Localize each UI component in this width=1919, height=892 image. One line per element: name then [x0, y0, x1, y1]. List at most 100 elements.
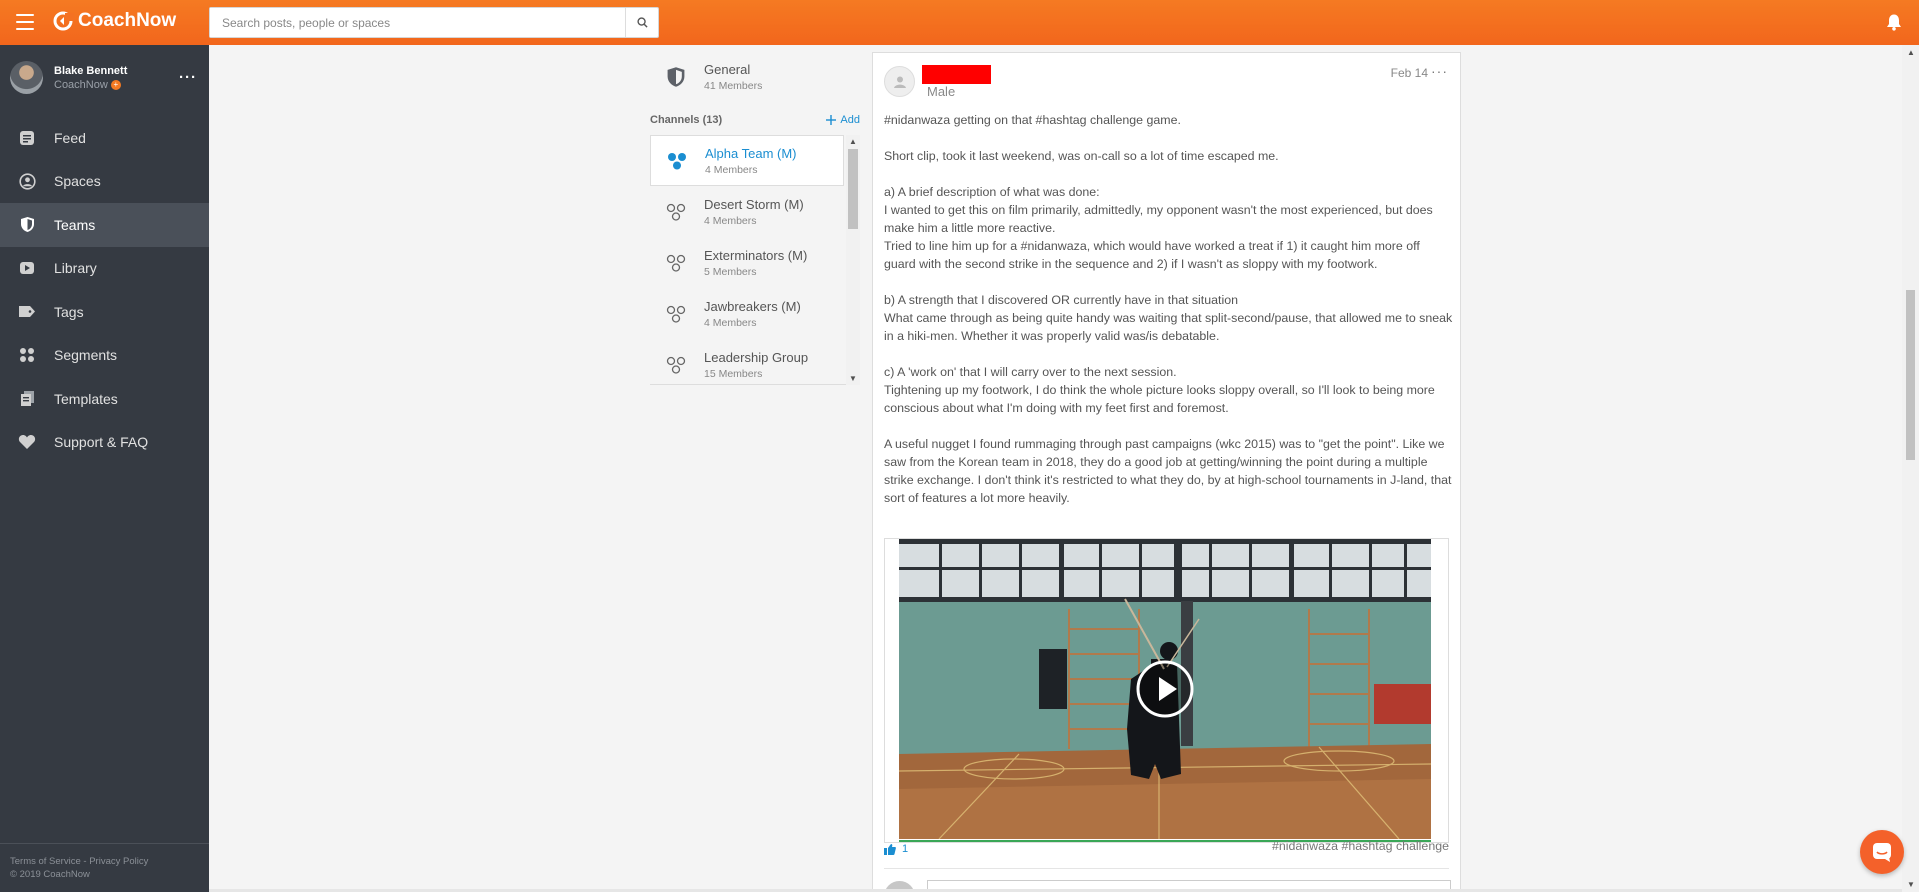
channel-list-container: Alpha Team (M) 4 Members Desert Storm (M…	[650, 135, 860, 385]
search-button[interactable]	[625, 8, 658, 37]
general-channel-name: General	[704, 62, 751, 77]
scroll-down-arrow-icon[interactable]: ▼	[1907, 880, 1915, 889]
general-channel-members: 41 Members	[704, 80, 763, 92]
team-channels-panel: General 41 Members Channels (13) Add Alp…	[650, 45, 860, 385]
sidebar-item-label: Templates	[54, 390, 118, 407]
sidebar-item-tags[interactable]: Tags	[0, 290, 209, 334]
tag-icon	[17, 302, 37, 322]
author-avatar[interactable]	[884, 66, 915, 97]
top-bar: CoachNow	[0, 0, 1919, 45]
comment-divider	[884, 868, 1449, 869]
post-line: Short clip, took it last weekend, was on…	[884, 149, 1279, 163]
post-line: #nidanwaza getting on that #hashtag chal…	[884, 113, 1181, 127]
sidebar-item-feed[interactable]: Feed	[0, 116, 209, 160]
notifications-button[interactable]	[1885, 13, 1903, 36]
post-card: Male Feb 14 ··· #nidanwaza getting on th…	[872, 52, 1461, 892]
sidebar-item-label: Tags	[54, 303, 84, 320]
shield-icon	[17, 215, 37, 235]
user-subtitle: CoachNow	[54, 78, 108, 91]
shield-icon	[667, 67, 685, 87]
post-line: I wanted to get this on film primarily, …	[884, 203, 1433, 235]
hamburger-menu-icon[interactable]	[16, 14, 34, 30]
play-button-icon[interactable]	[1135, 659, 1195, 719]
chat-launcher-button[interactable]	[1860, 830, 1904, 874]
scroll-down-arrow-icon[interactable]: ▼	[849, 374, 857, 383]
feed-icon	[17, 128, 37, 148]
spaces-icon	[17, 171, 37, 191]
search-icon	[636, 17, 648, 28]
coachnow-logo-icon	[53, 11, 74, 31]
library-icon	[17, 258, 37, 278]
sidebar-item-library[interactable]: Library	[0, 247, 209, 291]
reaction-count: 1	[902, 843, 909, 855]
channel-item-leadership-group[interactable]: Leadership Group 15 Members	[650, 339, 844, 390]
sidebar-item-label: Segments	[54, 347, 118, 364]
terms-link[interactable]: Terms of Service	[10, 856, 81, 867]
video-player[interactable]	[899, 539, 1431, 839]
sidebar-item-label: Feed	[54, 129, 86, 146]
sidebar-item-label: Spaces	[54, 173, 101, 190]
sidebar-item-segments[interactable]: Segments	[0, 334, 209, 378]
privacy-link[interactable]: Privacy Policy	[89, 856, 148, 867]
channel-members: 4 Members	[704, 316, 757, 329]
sidebar-nav: Feed Spaces Teams Library Tags Segments …	[0, 116, 209, 464]
channel-members: 15 Members	[704, 367, 763, 380]
channel-name: Desert Storm (M)	[704, 196, 804, 212]
post-line: Tried to line him up for a #nidanwaza, w…	[884, 239, 1420, 271]
pro-badge: +	[110, 79, 121, 90]
channel-list-scrollbar[interactable]: ▲ ▼	[846, 135, 860, 385]
sidebar-item-teams[interactable]: Teams	[0, 203, 209, 247]
post-header: Male Feb 14 ···	[873, 53, 1460, 108]
channel-item-jawbreakers[interactable]: Jawbreakers (M) 4 Members	[650, 288, 844, 339]
avatar[interactable]	[10, 61, 43, 94]
channel-name: Alpha Team (M)	[705, 145, 797, 161]
search-input[interactable]	[210, 8, 625, 37]
post-tags[interactable]: #nidanwaza #hashtag challenge	[1272, 839, 1449, 853]
channel-group-icon	[666, 305, 686, 323]
channel-item-desert-storm[interactable]: Desert Storm (M) 4 Members	[650, 186, 844, 237]
general-channel[interactable]: General 41 Members	[650, 45, 860, 109]
scrollbar-thumb[interactable]	[1906, 290, 1915, 460]
post-paragraph: a) A brief description of what was done:…	[884, 183, 1454, 273]
post-line: c) A 'work on' that I will carry over to…	[884, 365, 1177, 379]
post-line: a) A brief description of what was done:	[884, 185, 1100, 199]
scroll-up-arrow-icon[interactable]: ▲	[849, 137, 857, 146]
brand-logo[interactable]: CoachNow	[52, 10, 176, 32]
post-paragraph: c) A 'work on' that I will carry over to…	[884, 363, 1454, 417]
channel-members: 5 Members	[704, 265, 757, 278]
channel-group-icon	[666, 254, 686, 272]
post-line: b) A strength that I discovered OR curre…	[884, 293, 1239, 307]
author-subtitle: Male	[927, 84, 956, 99]
channel-group-icon	[666, 203, 686, 221]
user-name: Blake Bennett	[54, 64, 128, 77]
channels-header: Channels (13) Add	[650, 109, 860, 131]
channel-members: 4 Members	[705, 163, 758, 176]
profile-more-button[interactable]: ···	[179, 69, 197, 86]
post-date: Feb 14	[1390, 66, 1428, 80]
post-more-button[interactable]: ···	[1431, 63, 1448, 79]
person-icon	[893, 76, 906, 88]
post-reactions[interactable]: 1	[884, 843, 908, 855]
post-line: Tightening up my footwork, I do think th…	[884, 383, 1435, 415]
channel-item-exterminators[interactable]: Exterminators (M) 5 Members	[650, 237, 844, 288]
footer-separator: -	[83, 856, 87, 867]
brand-name: CoachNow	[78, 10, 177, 31]
channel-group-icon	[668, 152, 686, 169]
sidebar-footer-divider	[0, 843, 209, 844]
sidebar-item-spaces[interactable]: Spaces	[0, 160, 209, 204]
sidebar-item-label: Library	[54, 260, 97, 277]
sidebar-item-label: Support & FAQ	[54, 434, 149, 451]
post-line: A useful nugget I found rummaging throug…	[884, 437, 1452, 505]
channel-group-icon	[666, 356, 686, 374]
scroll-up-arrow-icon[interactable]: ▲	[1907, 48, 1915, 57]
add-channel-button[interactable]: Add	[826, 114, 860, 126]
scrollbar-thumb[interactable]	[848, 149, 858, 229]
sidebar: Blake Bennett CoachNow + ··· Feed Spaces …	[0, 45, 209, 892]
channel-item-alpha-team[interactable]: Alpha Team (M) 4 Members	[650, 135, 844, 186]
sidebar-item-templates[interactable]: Templates	[0, 377, 209, 421]
bell-icon	[1887, 14, 1901, 31]
page-scrollbar[interactable]: ▲ ▼	[1902, 45, 1919, 892]
sidebar-item-support[interactable]: Support & FAQ	[0, 421, 209, 465]
channel-name: Jawbreakers (M)	[704, 298, 801, 314]
user-profile[interactable]: Blake Bennett CoachNow + ···	[0, 45, 209, 110]
